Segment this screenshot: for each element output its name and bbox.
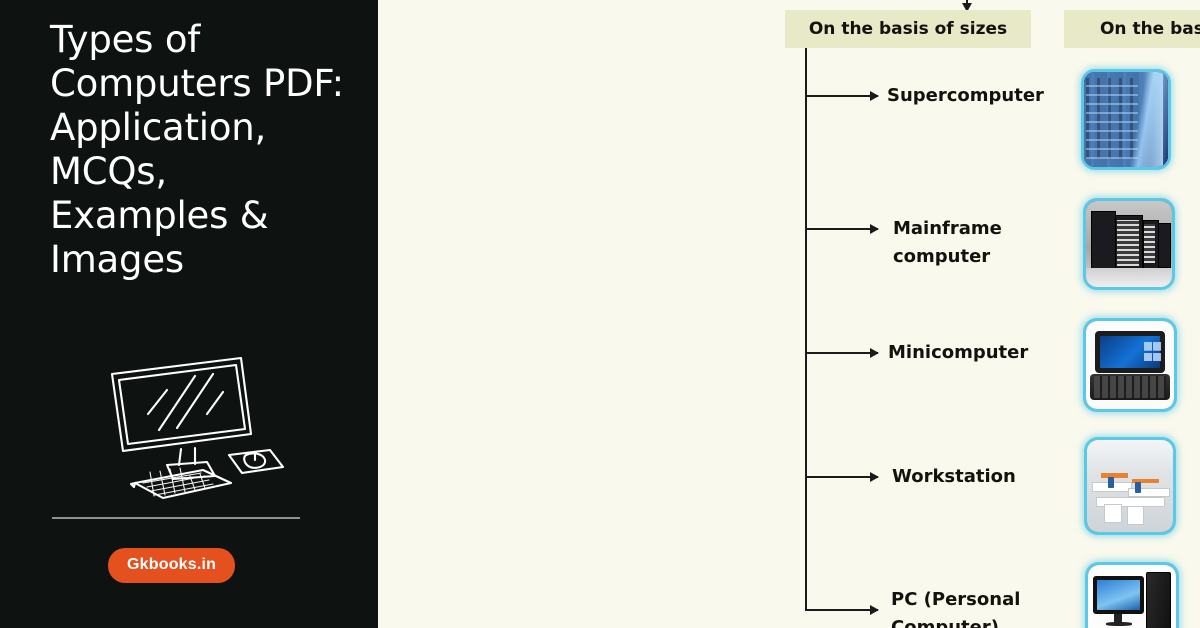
thumb-personal-computer [1085, 562, 1179, 628]
minicomputer-image [1086, 321, 1174, 409]
page-title-line-6: Images [50, 238, 184, 281]
page-title: Types of Computers PDF: Application, MCQ… [50, 18, 360, 282]
down-arrow-sizes [962, 0, 972, 12]
page-title-line-5: Examples & [50, 194, 269, 237]
mainframe-computer-image [1086, 201, 1172, 287]
page-title-line-3: Application, [50, 106, 267, 149]
infographic-page: Types of Computers PDF: Application, MCQ… [0, 0, 1200, 628]
node-label-workstation: Workstation [892, 466, 1016, 487]
thumb-mainframe-computer [1083, 198, 1175, 290]
node-label-supercomputer: Supercomputer [887, 85, 1044, 106]
column-header-sizes: On the basis of sizes [785, 10, 1031, 48]
node-label-minicomputer: Minicomputer [888, 342, 1029, 363]
thumb-workstation [1084, 437, 1176, 535]
page-title-line-2: Computers PDF: [50, 62, 344, 105]
node-label-mainframe-computer: Mainframe computer [893, 218, 1002, 267]
branch-minicomputer [805, 348, 879, 358]
supercomputer-image [1084, 72, 1168, 167]
page-title-line-1: Types of [50, 18, 201, 61]
page-title-line-4: MCQs, [50, 150, 167, 193]
workstation-image [1087, 440, 1173, 532]
node-label-personal-computer: PC (Personal Computer) [891, 589, 1021, 628]
branch-supercomputer [805, 91, 879, 101]
desktop-computer-icon [110, 356, 285, 500]
site-badge[interactable]: Gkbooks.in [108, 548, 236, 583]
divider [52, 517, 300, 519]
branch-workstation [805, 472, 879, 482]
branch-mainframe-computer [805, 224, 879, 234]
trunk-line-sizes [805, 48, 807, 610]
diagram-area: On the basis of sizes On the basis of da… [378, 0, 1200, 628]
thumb-minicomputer [1083, 318, 1177, 412]
column-header-data-handling: On the basis of data handling capabiliti… [1064, 10, 1200, 48]
personal-computer-image [1088, 565, 1176, 628]
left-title-panel: Types of Computers PDF: Application, MCQ… [0, 0, 378, 628]
thumb-supercomputer [1081, 69, 1171, 170]
branch-personal-computer [805, 605, 879, 615]
